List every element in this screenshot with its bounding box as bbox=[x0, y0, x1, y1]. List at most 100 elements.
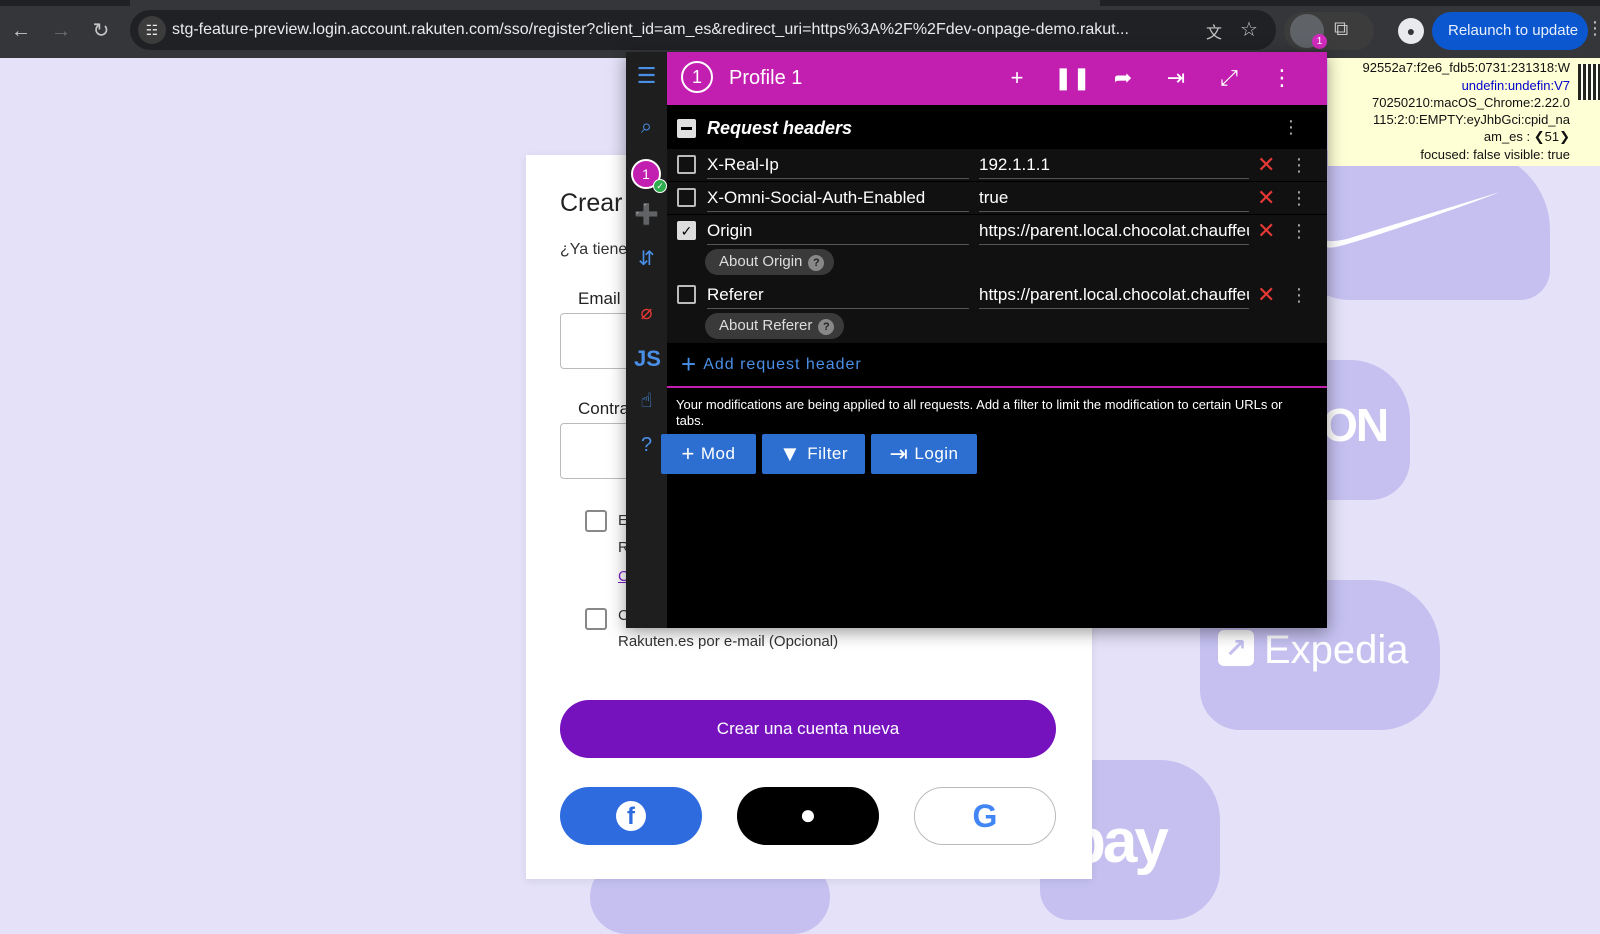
header-row: X-Omni-Social-Auth-Enabled true ✕ ⋮ bbox=[667, 182, 1327, 214]
hamburger-menu-icon[interactable]: ☰ bbox=[631, 60, 662, 91]
help-icon: ? bbox=[808, 255, 825, 271]
header-enable-checkbox[interactable] bbox=[677, 155, 696, 174]
filter-notice: Your modifications are being applied to … bbox=[676, 397, 1283, 428]
google-login-button[interactable]: G bbox=[914, 787, 1056, 845]
apple-login-button[interactable]: ● bbox=[737, 787, 879, 845]
header-name-input[interactable]: X-Omni-Social-Auth-Enabled bbox=[707, 184, 969, 212]
newsletter-checkbox[interactable] bbox=[585, 608, 607, 630]
debug-line-4: 115:2:0:EMPTY:eyJhbGci:cpid_na bbox=[1372, 112, 1570, 127]
url-text[interactable]: stg-feature-preview.login.account.rakute… bbox=[172, 21, 1172, 39]
header-enable-checkbox[interactable] bbox=[677, 188, 696, 207]
header-row: ✓ Origin https://parent.local.chocolat.c… bbox=[667, 215, 1327, 279]
back-icon[interactable]: ← bbox=[8, 18, 34, 44]
header-more-icon[interactable]: ⋮ bbox=[1290, 184, 1308, 212]
header-value-input[interactable]: 192.1.1.1 bbox=[979, 151, 1249, 179]
debug-line-2: undefin:undefin:V7 bbox=[1461, 78, 1570, 93]
login-button[interactable]: ⇥ Login bbox=[871, 434, 977, 474]
delete-header-icon[interactable]: ✕ bbox=[1257, 184, 1275, 212]
profile-title[interactable]: Profile 1 bbox=[729, 67, 802, 90]
search-icon[interactable]: ⌕ bbox=[631, 112, 662, 143]
nike-logo bbox=[1315, 192, 1500, 248]
debug-line-5: am_es : ❮51❯ bbox=[1483, 129, 1570, 144]
header-more-icon[interactable]: ⋮ bbox=[1290, 281, 1308, 309]
header-more-icon[interactable]: ⋮ bbox=[1290, 217, 1308, 245]
add-profile-icon[interactable]: ➕ bbox=[631, 200, 662, 231]
thumbs-up-icon[interactable]: ☝ bbox=[631, 386, 662, 417]
login-label: Login bbox=[914, 444, 959, 463]
profile-number-badge[interactable]: 1 bbox=[681, 61, 713, 93]
section-more-icon[interactable]: ⋮ bbox=[1282, 117, 1300, 138]
header-name-input[interactable]: X-Real-Ip bbox=[707, 151, 969, 179]
header-name-input[interactable]: Referer bbox=[707, 281, 969, 309]
active-tab[interactable] bbox=[130, 0, 1100, 6]
tab-strip bbox=[0, 0, 1600, 6]
profile-header: 1 Profile 1 + ❚❚ ➦ ⇥ ⤢ ⋮ bbox=[667, 52, 1327, 105]
facebook-login-button[interactable]: f bbox=[560, 787, 702, 845]
collapse-checkbox[interactable] bbox=[677, 119, 696, 138]
sidebar-rail: ☰ ⌕ 1 ✓ ➕ ⇵ ⌀ JS ☝ ? bbox=[626, 52, 667, 628]
mod-label: Mod bbox=[700, 444, 736, 463]
add-request-header-button[interactable]: + Add request header bbox=[681, 349, 862, 380]
header-enable-checkbox[interactable] bbox=[677, 285, 696, 304]
delete-header-icon[interactable]: ✕ bbox=[1257, 281, 1275, 309]
add-mod-button[interactable]: + Mod bbox=[661, 434, 756, 474]
create-account-button[interactable]: Crear una cuenta nueva bbox=[560, 700, 1056, 758]
login-icon: ⇥ bbox=[889, 441, 909, 466]
plus-icon: + bbox=[681, 349, 698, 379]
login-prompt: ¿Ya tiene bbox=[560, 241, 628, 258]
chrome-menu-icon[interactable]: ⋮ bbox=[1586, 18, 1600, 39]
add-filter-button[interactable]: ▼ Filter bbox=[762, 434, 865, 474]
browser-toolbar: ← → ↻ ☷ stg-feature-preview.login.accoun… bbox=[0, 0, 1600, 58]
puzzle-icon[interactable]: ⧉ bbox=[1334, 18, 1348, 41]
add-icon[interactable]: + bbox=[1001, 62, 1033, 94]
about-referer-chip[interactable]: About Referer? bbox=[705, 313, 845, 339]
address-bar[interactable]: ☷ stg-feature-preview.login.account.raku… bbox=[130, 10, 1276, 50]
forward-icon[interactable]: → bbox=[48, 18, 74, 44]
delete-header-icon[interactable]: ✕ bbox=[1257, 151, 1275, 179]
debug-line-1: 92552a7:f2e6_fdb5:0731:231318:W bbox=[1362, 60, 1570, 75]
section-title: Request headers bbox=[707, 118, 853, 138]
newsletter-text-2: Rakuten.es por e-mail (Opcional) bbox=[618, 633, 839, 650]
header-row: Referer https://parent.local.chocolat.ch… bbox=[667, 279, 1327, 343]
relaunch-button[interactable]: Relaunch to update bbox=[1432, 12, 1588, 50]
about-origin-chip[interactable]: About Origin? bbox=[705, 249, 835, 275]
share-icon[interactable]: ➦ bbox=[1107, 62, 1139, 94]
header-value-input[interactable]: https://parent.local.chocolat.chauffeur bbox=[979, 217, 1249, 245]
header-name-input[interactable]: Origin bbox=[707, 217, 969, 245]
site-settings-icon[interactable]: ☷ bbox=[138, 16, 166, 44]
more-icon[interactable]: ⋮ bbox=[1266, 62, 1298, 94]
import-icon[interactable]: ⇥ bbox=[1160, 62, 1192, 94]
hide-eye-icon[interactable]: ⌀ bbox=[631, 298, 662, 329]
header-more-icon[interactable]: ⋮ bbox=[1290, 151, 1308, 179]
sort-icon[interactable]: ⇵ bbox=[631, 244, 662, 275]
modheader-extension-icon[interactable]: 1 bbox=[1290, 14, 1327, 49]
expedia-arrow-icon: ↗ bbox=[1218, 630, 1254, 666]
email-label: Email bbox=[578, 289, 621, 308]
terms-checkbox[interactable] bbox=[585, 510, 607, 532]
js-icon[interactable]: JS bbox=[634, 346, 661, 372]
translate-icon[interactable]: 文 bbox=[1206, 19, 1222, 43]
filter-icon: ▼ bbox=[778, 441, 802, 466]
qr-code-icon bbox=[1578, 64, 1600, 100]
extension-badge: 1 bbox=[1312, 34, 1327, 49]
help-icon[interactable]: ? bbox=[631, 430, 662, 461]
debug-line-3: 70250210:macOS_Chrome:2.22.0 bbox=[1371, 95, 1570, 110]
bookmark-star-icon[interactable]: ☆ bbox=[1240, 17, 1258, 42]
brand-expedia-text: Expedia bbox=[1264, 628, 1409, 672]
debug-line-6: focused: false visible: true bbox=[1420, 147, 1570, 162]
chip-label: About Origin bbox=[719, 253, 803, 270]
reload-icon[interactable]: ↻ bbox=[88, 18, 114, 44]
sidebar-item-profile-1[interactable]: 1 ✓ bbox=[631, 159, 667, 193]
filter-label: Filter bbox=[807, 444, 849, 463]
add-header-label: Add request header bbox=[703, 356, 862, 373]
google-icon: G bbox=[972, 798, 998, 834]
delete-header-icon[interactable]: ✕ bbox=[1257, 217, 1275, 245]
header-enable-checkbox[interactable]: ✓ bbox=[677, 221, 696, 240]
profile-number: 1 bbox=[642, 166, 650, 182]
fullscreen-icon[interactable]: ⤢ bbox=[1213, 62, 1245, 94]
profile-avatar-icon[interactable]: ● bbox=[1398, 18, 1424, 44]
pause-icon[interactable]: ❚❚ bbox=[1054, 62, 1091, 94]
header-value-input[interactable]: true bbox=[979, 184, 1249, 212]
header-value-input[interactable]: https://parent.local.chocolat.chauffeur bbox=[979, 281, 1249, 309]
request-headers-section: Request headers ⋮ bbox=[667, 105, 1327, 149]
